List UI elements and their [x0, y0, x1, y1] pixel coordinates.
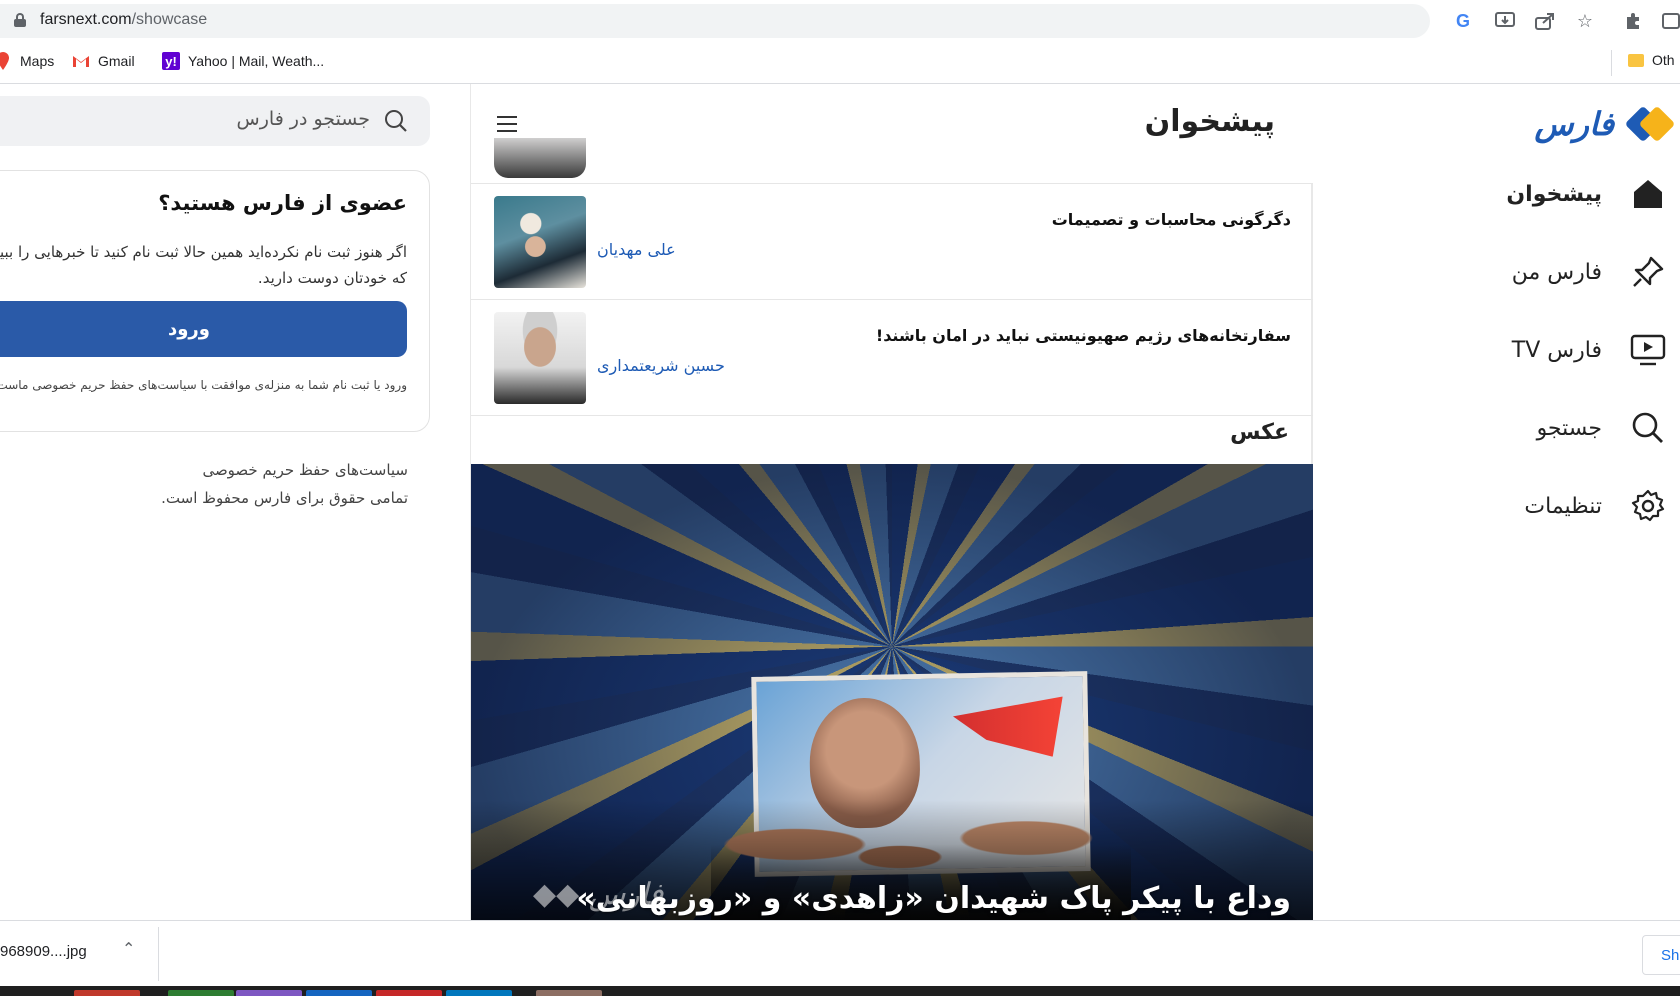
download-item[interactable]: 968909....jpg — [0, 943, 87, 960]
search-icon — [384, 109, 408, 133]
star-icon[interactable]: ☆ — [1574, 10, 1596, 32]
maps-pin-icon — [0, 52, 12, 70]
article-thumbnail[interactable] — [494, 196, 586, 288]
privacy-link[interactable]: سیاست‌های حفظ حریم خصوصی — [161, 456, 408, 484]
gear-icon — [1628, 486, 1668, 526]
search-input[interactable]: جستجو در فارس — [0, 96, 430, 146]
nav-item-home[interactable]: پیشخوان — [1506, 174, 1668, 214]
pin-icon — [1628, 252, 1668, 292]
share-icon[interactable] — [1534, 10, 1556, 32]
feed: پیشخوان دگرگونی محاسبات و تصمیمات علی مه… — [470, 84, 1313, 920]
membership-card: عضوی از فارس هستید؟ اگر هنوز ثبت نام نکر… — [0, 170, 430, 432]
taskbar-app[interactable] — [168, 990, 234, 996]
card-text: اگر هنوز ثبت نام نکرده‌اید همین حالا ثبت… — [0, 243, 407, 287]
article-item[interactable]: سفارتخانه‌های رژیم صهیونیستی نباید در ام… — [471, 300, 1313, 416]
tv-play-icon — [1628, 330, 1668, 370]
yahoo-icon: y! — [162, 52, 180, 70]
hero-caption[interactable]: وداع با پیکر پاک شهیدان «زاهدی» و «روزبه… — [576, 881, 1291, 916]
card-note: ورود یا ثبت نام شما به منزله‌ی موافقت با… — [0, 378, 407, 392]
login-button[interactable]: ورود — [0, 301, 407, 357]
article-thumbnail[interactable] — [494, 312, 586, 404]
extensions-icon[interactable] — [1622, 10, 1644, 32]
article-item[interactable]: دگرگونی محاسبات و تصمیمات علی مهدیان — [471, 184, 1313, 300]
fars-logo-icon — [1624, 104, 1676, 144]
other-bookmarks[interactable]: Oth — [1628, 52, 1675, 68]
menu-icon[interactable] — [497, 116, 517, 132]
nav-item-search[interactable]: جستجو — [1537, 408, 1668, 448]
sidebar: جستجو در فارس عضوی از فارس هستید؟ اگر هن… — [0, 84, 470, 920]
footer-links: سیاست‌های حفظ حریم خصوصی تمامی حقوق برای… — [161, 456, 408, 512]
side-panel-icon[interactable] — [1660, 10, 1680, 32]
home-icon — [1628, 174, 1668, 214]
article-author[interactable]: حسین شریعتمداری — [597, 356, 725, 375]
article-title[interactable]: سفارتخانه‌های رژیم صهیونیستی نباید در ام… — [876, 326, 1291, 345]
taskbar-app[interactable] — [74, 990, 140, 996]
bookmark-separator — [1611, 50, 1612, 76]
taskbar — [0, 986, 1680, 996]
taskbar-app[interactable] — [446, 990, 512, 996]
card-title: عضوی از فارس هستید؟ — [158, 191, 407, 215]
show-all-button[interactable]: Sh — [1642, 935, 1680, 975]
folder-icon — [1628, 53, 1644, 67]
bookmark-yahoo[interactable]: y! Yahoo | Mail, Weath... — [162, 52, 324, 70]
feed-header: پیشخوان — [471, 84, 1313, 184]
page-content: فارس پیشخوان فارس من فارس TV جستجو تنظیم… — [0, 84, 1680, 920]
bookmarks-bar: Maps Gmail y! Yahoo | Mail, Weath... Oth — [0, 42, 1680, 84]
nav-item-settings[interactable]: تنظیمات — [1524, 486, 1668, 526]
article-author[interactable]: علی مهدیان — [597, 240, 676, 259]
bookmark-gmail[interactable]: Gmail — [72, 52, 135, 70]
chevron-up-icon[interactable]: ⌃ — [122, 939, 135, 958]
gmail-icon — [72, 52, 90, 70]
copyright-text: تمامی حقوق برای فارس محفوظ است. — [161, 489, 408, 507]
downloads-bar: 968909....jpg ⌃ Sh — [0, 920, 1680, 986]
nav-item-fars-tv[interactable]: فارس TV — [1512, 330, 1668, 370]
address-bar[interactable]: farsnext.com/showcase — [0, 4, 1430, 38]
fars-logo[interactable]: فارس — [1534, 104, 1676, 144]
install-app-icon[interactable] — [1494, 10, 1516, 32]
taskbar-app[interactable] — [306, 990, 372, 996]
taskbar-app[interactable] — [376, 990, 442, 996]
page-title: پیشخوان — [1144, 104, 1275, 139]
search-icon — [1628, 408, 1668, 448]
browser-toolbar: farsnext.com/showcase G ☆ — [0, 0, 1680, 42]
section-title-photo: عکس — [1230, 420, 1289, 445]
bookmark-maps[interactable]: Maps — [0, 52, 54, 70]
nav-item-my-fars[interactable]: فارس من — [1512, 252, 1668, 292]
taskbar-app[interactable] — [236, 990, 302, 996]
url-text[interactable]: farsnext.com/showcase — [40, 11, 207, 29]
taskbar-app[interactable] — [536, 990, 602, 996]
main-nav: فارس پیشخوان فارس من فارس TV جستجو تنظیم… — [1312, 84, 1680, 920]
lock-icon[interactable] — [14, 13, 26, 27]
hero-photo[interactable]: ◆◆ فارس وداع با پیکر پاک شهیدان «زاهدی» … — [471, 464, 1313, 920]
google-icon[interactable]: G — [1452, 10, 1474, 32]
article-title[interactable]: دگرگونی محاسبات و تصمیمات — [1052, 210, 1291, 229]
article-thumbnail[interactable] — [494, 138, 586, 178]
search-placeholder: جستجو در فارس — [236, 108, 370, 130]
